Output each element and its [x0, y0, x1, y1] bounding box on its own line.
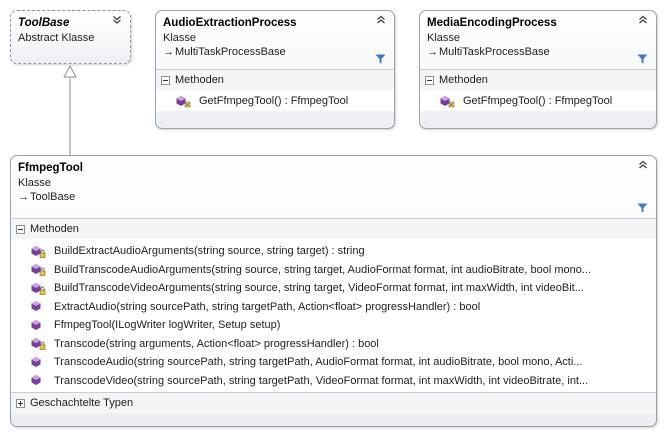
collapse-toggle-icon[interactable]	[16, 224, 25, 234]
collapse-chevron-icon[interactable]	[637, 14, 649, 26]
section-geschachtelte-typen[interactable]: Geschachtelte Typen	[11, 392, 656, 413]
section-label: Methoden	[175, 74, 224, 86]
base-class-name: ToolBase	[30, 191, 76, 203]
filter-icon[interactable]	[375, 54, 386, 64]
method-signature: TranscodeAudio(string sourcePath, string…	[54, 356, 583, 369]
inherits-arrow-icon: →	[427, 46, 438, 58]
class-audioextractionprocess[interactable]: AudioExtractionProcess Klasse → MultiTas…	[155, 10, 395, 129]
method-signature: FfmpegTool(ILogWriter logWriter, Setup s…	[54, 319, 281, 332]
method-public-icon	[31, 375, 41, 386]
method-private-icon	[31, 282, 46, 295]
class-mediaencodingprocess[interactable]: MediaEncodingProcess Klasse → MultiTaskP…	[419, 10, 657, 129]
method-row[interactable]: BuildTranscodeAudioArguments(string sour…	[11, 261, 656, 280]
inherits-arrow-icon: →	[18, 191, 29, 203]
class-kind: Abstract Klasse	[18, 32, 95, 44]
method-row[interactable]: FfmpegTool(ILogWriter logWriter, Setup s…	[11, 316, 656, 335]
inherits-arrow-icon: →	[163, 46, 174, 58]
method-signature: BuildTranscodeAudioArguments(string sour…	[54, 263, 592, 276]
class-kind: Klasse	[163, 32, 197, 44]
method-private-icon	[31, 264, 46, 277]
method-private-icon	[31, 338, 46, 351]
method-signature: Transcode(string arguments, Action<float…	[54, 337, 379, 350]
method-signature: ExtractAudio(string sourcePath, string t…	[54, 300, 481, 313]
base-class-name: MultiTaskProcessBase	[439, 46, 550, 58]
class-ffmpegtool[interactable]: FfmpegTool Klasse → ToolBase Methoden Bu…	[10, 155, 657, 427]
class-title: AudioExtractionProcess	[163, 17, 297, 29]
base-class: → MultiTaskProcessBase	[163, 45, 387, 59]
method-private-icon	[31, 245, 46, 258]
method-protected-icon	[176, 95, 191, 108]
method-signature: GetFfmpegTool() : FfmpegTool	[463, 95, 613, 108]
class-title: MediaEncodingProcess	[427, 17, 557, 29]
section-label: Methoden	[30, 223, 79, 235]
class-title: FfmpegTool	[18, 162, 83, 174]
method-public-icon	[31, 319, 41, 330]
base-class: → MultiTaskProcessBase	[427, 45, 649, 59]
method-row[interactable]: Transcode(string arguments, Action<float…	[11, 335, 656, 354]
class-toolbase[interactable]: ToolBase Abstract Klasse	[10, 10, 131, 64]
method-row[interactable]: ExtractAudio(string sourcePath, string t…	[11, 298, 656, 317]
method-row[interactable]: BuildExtractAudioArguments(string source…	[11, 242, 656, 261]
expand-toggle-icon[interactable]	[16, 398, 25, 408]
method-protected-icon	[440, 95, 455, 108]
collapse-chevron-icon[interactable]	[637, 159, 649, 171]
collapse-toggle-icon[interactable]	[161, 75, 170, 85]
method-signature: BuildExtractAudioArguments(string source…	[54, 245, 365, 258]
collapse-chevron-icon[interactable]	[375, 14, 387, 26]
method-signature: GetFfmpegTool() : FfmpegTool	[199, 95, 349, 108]
method-row[interactable]: GetFfmpegTool() : FfmpegTool	[420, 92, 656, 111]
class-kind: Klasse	[427, 32, 461, 44]
section-label: Methoden	[439, 74, 488, 86]
filter-icon[interactable]	[637, 54, 648, 64]
method-row[interactable]: TranscodeVideo(string sourcePath, string…	[11, 372, 656, 391]
method-signature: TranscodeVideo(string sourcePath, string…	[54, 374, 589, 387]
section-label: Geschachtelte Typen	[30, 397, 134, 409]
base-class: → ToolBase	[18, 190, 649, 204]
section-methoden[interactable]: Methoden	[11, 218, 656, 239]
method-public-icon	[31, 301, 41, 312]
section-methoden[interactable]: Methoden	[156, 69, 394, 90]
method-row[interactable]: TranscodeAudio(string sourcePath, string…	[11, 353, 656, 372]
class-kind: Klasse	[18, 177, 52, 189]
method-row[interactable]: BuildTranscodeVideoArguments(string sour…	[11, 279, 656, 298]
filter-icon[interactable]	[637, 203, 648, 213]
section-methoden[interactable]: Methoden	[420, 69, 656, 90]
base-class-name: MultiTaskProcessBase	[175, 46, 286, 58]
method-signature: BuildTranscodeVideoArguments(string sour…	[54, 282, 584, 295]
expand-chevron-icon[interactable]	[111, 14, 123, 26]
collapse-toggle-icon[interactable]	[425, 75, 434, 85]
class-title: ToolBase	[18, 17, 70, 29]
method-row[interactable]: GetFfmpegTool() : FfmpegTool	[156, 92, 394, 111]
method-public-icon	[31, 356, 41, 367]
